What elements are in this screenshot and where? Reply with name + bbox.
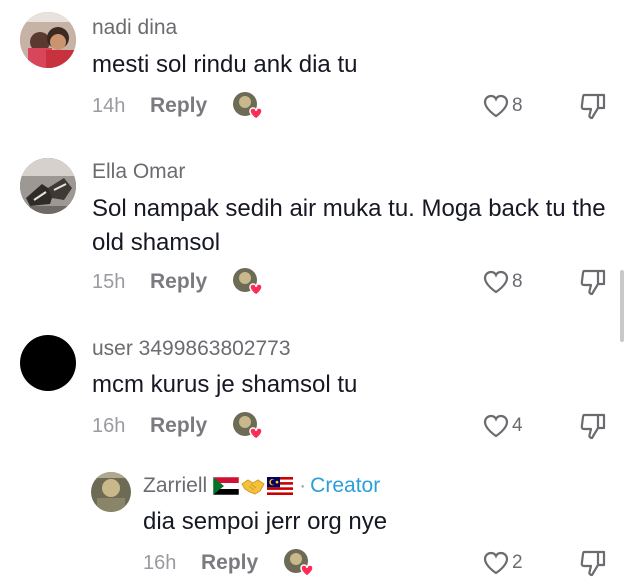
like-count: 8 [512,95,523,116]
dislike-button[interactable] [578,91,608,121]
heart-icon [483,551,509,575]
comment-meta: 16h Reply [143,548,314,578]
username[interactable]: Zarriell [143,474,207,498]
comment-text: Sol nampak sedih air muka tu. Moga back … [92,195,606,256]
comment-text: mcm kurus je shamsol tu [92,371,358,398]
reply-button[interactable]: Reply [150,270,232,294]
handshake-icon [241,479,265,495]
comment-text: dia sempoi jerr org nye [143,508,388,535]
dislike-button[interactable] [578,411,608,441]
like-button[interactable]: 8 [483,267,523,297]
separator-dot: · [299,474,307,497]
creator-badge: Creator [310,474,381,497]
comment-meta: 16h Reply [92,411,263,441]
like-button[interactable]: 8 [483,91,523,121]
creator-avatar[interactable] [91,472,131,512]
comment-text: mesti sol rindu ank dia tu [92,51,358,78]
malaysia-flag-icon [267,477,294,495]
thumbs-down-icon [580,269,606,296]
dislike-button[interactable] [578,267,608,297]
dislike-button[interactable] [578,548,608,578]
username[interactable]: nadi dina [92,16,177,40]
like-count: 2 [512,552,523,573]
reply-header: Zarriell · Creator [143,474,380,498]
sudan-flag-icon [213,477,240,495]
heart-icon [483,94,509,118]
timestamp: 14h [92,94,126,117]
heart-icon [483,270,509,294]
timestamp: 15h [92,270,126,293]
username[interactable]: user 3499863802773 [92,337,291,361]
creator-liked-icon [283,548,314,578]
timestamp: 16h [143,551,177,574]
like-button[interactable]: 4 [483,411,523,441]
like-count: 4 [512,415,523,436]
scrollbar[interactable] [620,270,624,342]
creator-liked-icon [232,411,263,441]
comment-meta: 15h Reply [92,267,263,297]
timestamp: 16h [92,414,126,437]
avatar[interactable] [20,12,76,68]
like-button[interactable]: 2 [483,548,523,578]
creator-liked-icon [232,91,263,121]
thumbs-down-icon [580,413,606,440]
username-emojis [213,476,294,496]
avatar[interactable] [20,335,76,391]
thumbs-down-icon [580,93,606,120]
comment-meta: 14h Reply [92,91,263,121]
reply-button[interactable]: Reply [150,414,232,438]
username[interactable]: Ella Omar [92,160,185,184]
avatar[interactable] [20,158,76,214]
creator-liked-icon [232,267,263,297]
thumbs-down-icon [580,550,606,577]
heart-icon [483,414,509,438]
reply-button[interactable]: Reply [201,551,283,575]
reply-button[interactable]: Reply [150,94,232,118]
like-count: 8 [512,271,523,292]
